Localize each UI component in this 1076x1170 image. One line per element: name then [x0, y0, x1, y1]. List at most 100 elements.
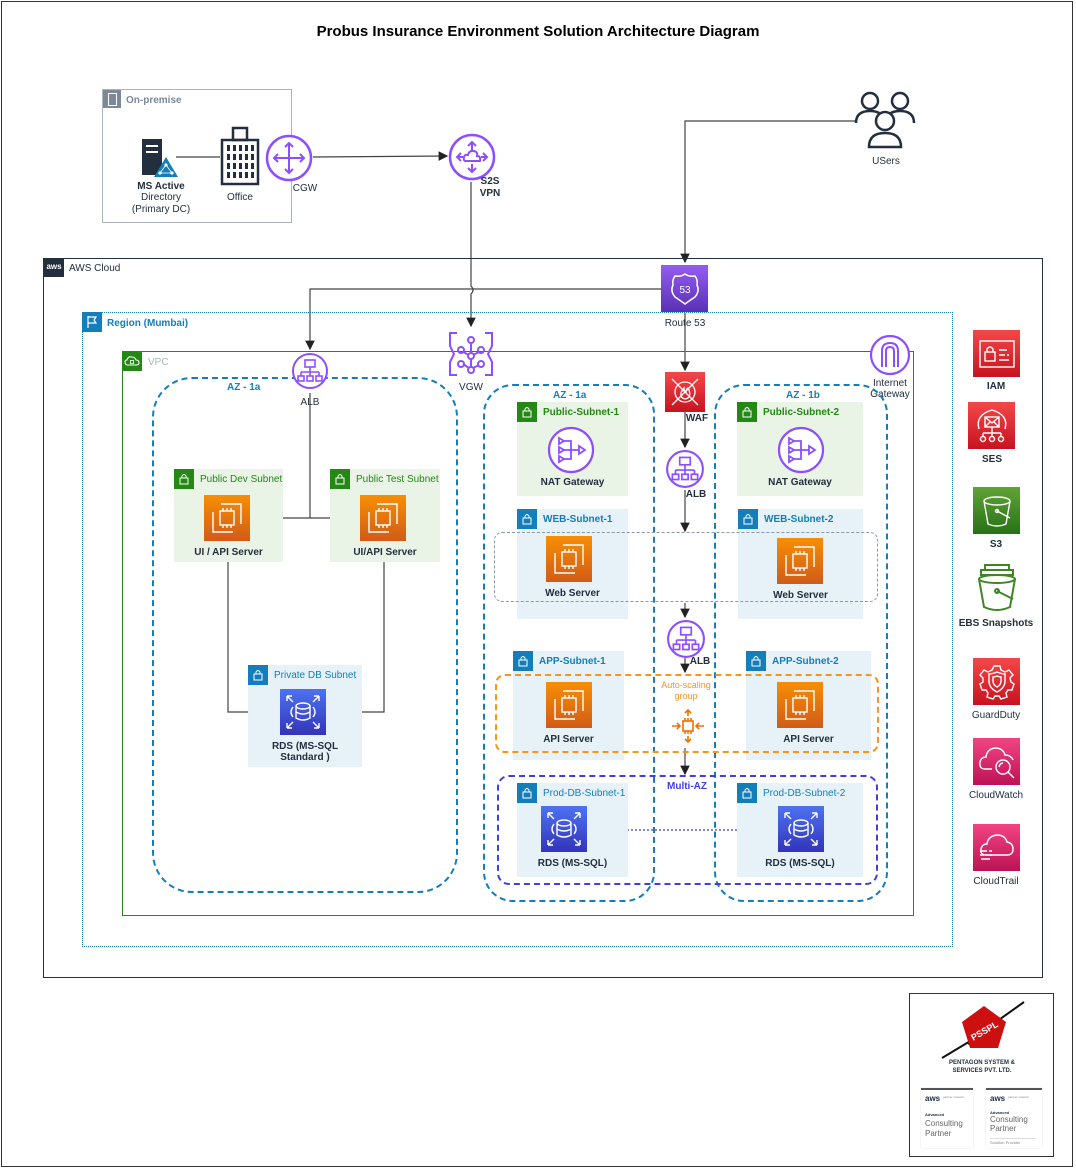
asg-label-line2: group — [674, 691, 698, 701]
line-cgw-vpn — [312, 151, 449, 161]
web-subnet-1-label: WEB-Subnet-1 — [543, 513, 613, 525]
lock-icon — [746, 651, 766, 671]
nat-gateway-1-label: NAT Gateway — [540, 477, 605, 488]
cloudtrail-label: CloudTrail — [973, 876, 1019, 887]
aws-cloud-label: AWS Cloud — [69, 263, 121, 274]
dev-alb-label: ALB — [300, 397, 320, 408]
office-label: Office — [227, 192, 253, 203]
lock-icon — [517, 783, 537, 803]
active-directory-icon — [138, 137, 178, 179]
rds-primary-label: RDS (MS-SQL) — [537, 858, 608, 869]
cloudtrail-icon[interactable] — [973, 824, 1020, 871]
cloudwatch-icon[interactable] — [973, 738, 1020, 785]
prod-alb-icon[interactable] — [665, 449, 705, 489]
ebs-snapshots-icon[interactable] — [975, 563, 1019, 613]
web-server-2-icon[interactable] — [777, 538, 823, 584]
line-users-route53 — [680, 120, 855, 264]
vgw-label: VGW — [459, 382, 483, 393]
public-subnet-2-label: Public-Subnet-2 — [763, 406, 840, 418]
test-ec2-icon[interactable] — [360, 495, 406, 541]
psspl-logo: PSSPL — [940, 1000, 1026, 1062]
server-rack-icon — [103, 90, 121, 108]
badge-note: Solution Provider — [990, 1138, 1036, 1145]
rds-standby-label: RDS (MS-SQL) — [765, 858, 835, 869]
dev-test-az-label: AZ - 1a — [227, 382, 261, 393]
lock-icon — [737, 783, 757, 803]
nat-gateway-1-icon[interactable] — [547, 426, 595, 474]
ses-label: SES — [981, 454, 1002, 465]
badge-line2: Partner — [990, 1124, 1017, 1133]
dev-rds-icon[interactable] — [280, 689, 326, 735]
customer-gateway-icon[interactable] — [265, 134, 313, 182]
web-server-1-icon[interactable] — [546, 536, 592, 582]
guardduty-label: GuardDuty — [971, 710, 1021, 721]
app-alb-icon[interactable] — [666, 619, 706, 659]
api-server-2-label: API Server — [783, 734, 834, 745]
web-subnet-2-label: WEB-Subnet-2 — [764, 513, 834, 525]
virtual-gateway-icon[interactable] — [447, 330, 495, 378]
company-name-line2: SERVICES PVT. LTD. — [952, 1068, 1012, 1074]
prod-alb-label: ALB — [685, 489, 707, 500]
users-icon — [854, 89, 916, 151]
vpn-connection-icon[interactable] — [448, 133, 496, 181]
lock-icon — [517, 509, 537, 529]
lock-icon — [330, 469, 350, 489]
app-alb-label: ALB — [689, 656, 711, 667]
dev-test-az-group — [152, 377, 458, 893]
waf-icon[interactable] — [665, 372, 705, 412]
iam-icon[interactable] — [973, 330, 1020, 377]
api-server-2-icon[interactable] — [777, 682, 823, 728]
rds-primary-icon[interactable] — [541, 806, 587, 852]
nat-gateway-2-label: NAT Gateway — [768, 477, 832, 488]
partner-badge-solution-provider: aws partner network Advanced Consulting … — [986, 1088, 1042, 1148]
badge-line1: Consulting — [925, 1119, 963, 1128]
badge-tier: Advanced — [925, 1112, 945, 1117]
users-label: USers — [872, 156, 900, 167]
badge-network-text: partner network — [943, 1095, 964, 1099]
s3-icon[interactable] — [973, 487, 1020, 534]
office-building-icon — [219, 126, 261, 186]
web-server-1-label: Web Server — [545, 588, 600, 599]
nat-gateway-2-icon[interactable] — [777, 426, 825, 474]
route53-icon[interactable]: 53 — [661, 265, 708, 312]
vpn-label-line2: VPN — [479, 188, 501, 199]
dev-alb-icon[interactable] — [291, 352, 329, 390]
region-label: Region (Mumbai) — [107, 318, 189, 329]
s3-label: S3 — [989, 539, 1003, 550]
guardduty-icon[interactable] — [973, 658, 1020, 705]
svg-text:53: 53 — [679, 285, 691, 296]
aws-logo-icon: aws — [44, 259, 64, 277]
ses-icon[interactable] — [968, 402, 1015, 449]
lock-icon — [738, 509, 758, 529]
badge-aws-logo: aws — [925, 1094, 941, 1103]
dev-ec2-icon[interactable] — [204, 495, 250, 541]
prod-db-subnet-2-label: Prod-DB-Subnet-2 — [763, 787, 846, 799]
route53-label: Route 53 — [664, 318, 706, 329]
region-flag-icon — [82, 312, 102, 332]
iam-label: IAM — [986, 381, 1006, 392]
company-name-line1: PENTAGON SYSTEM & — [949, 1060, 1015, 1066]
public-subnet-1-label: Public-Subnet-1 — [543, 406, 620, 418]
lock-icon — [174, 469, 194, 489]
dev-server-label: UI / API Server — [194, 547, 263, 558]
lock-icon — [248, 665, 268, 685]
prod-az2-label: AZ - 1b — [786, 390, 820, 401]
lock-icon — [737, 402, 757, 422]
ebs-snapshots-label: EBS Snapshots — [958, 618, 1034, 629]
partner-badge-consulting: aws partner network Advanced Consulting … — [921, 1088, 973, 1148]
rds-standby-icon[interactable] — [778, 806, 824, 852]
badge-network-text: partner network — [1008, 1095, 1029, 1099]
prod-az1-label: AZ - 1a — [553, 390, 587, 401]
auto-scaling-icon — [670, 708, 706, 744]
lock-icon — [513, 651, 533, 671]
cgw-label: CGW — [292, 183, 318, 194]
on-premise-label: On-premise — [126, 95, 182, 106]
internet-gateway-icon[interactable] — [869, 334, 911, 376]
badge-aws-logo: aws — [990, 1094, 1006, 1103]
prod-db-subnet-1-label: Prod-DB-Subnet-1 — [543, 787, 626, 799]
multi-az-label: Multi-AZ — [667, 781, 707, 792]
dev-subnet-label: Public Dev Subnet — [200, 473, 283, 485]
test-server-label: UI/API Server — [353, 547, 417, 558]
api-server-1-icon[interactable] — [546, 682, 592, 728]
badge-line1: Consulting — [990, 1115, 1028, 1124]
